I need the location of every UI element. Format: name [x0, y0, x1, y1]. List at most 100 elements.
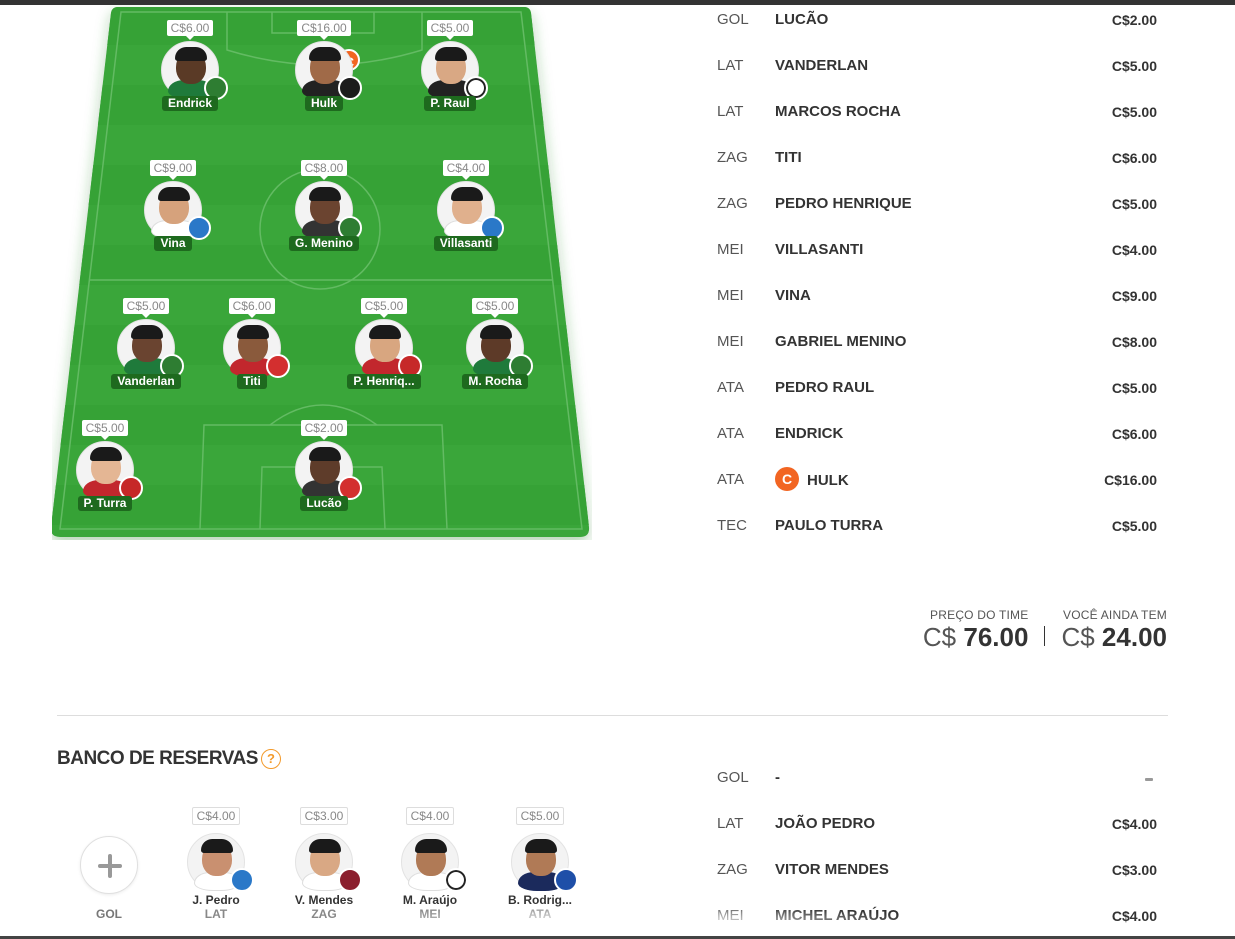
bench-player-price: C$3.00: [299, 807, 349, 825]
player-hair: [309, 47, 341, 61]
field-player-titi[interactable]: C$6.00 Titi: [197, 297, 307, 398]
fortaleza-crest-icon: [266, 354, 290, 378]
field-player-endrick[interactable]: C$6.00 Endrick: [135, 19, 245, 120]
field-player-pturra[interactable]: C$5.00 P. Turra: [50, 419, 160, 520]
lineup-player-name: VANDERLAN: [775, 57, 869, 74]
lineup-position: LAT: [717, 103, 744, 120]
player-photo: [295, 41, 362, 100]
lineup-price: C$16.00: [1104, 472, 1157, 488]
bench-player-name: JOÃO PEDRO: [775, 815, 876, 832]
field-player-lucao[interactable]: C$2.00 Lucão: [269, 419, 379, 520]
bench-row[interactable]: GOL -: [717, 769, 1157, 815]
bench-row[interactable]: ZAG VITOR MENDES C$3.00: [717, 861, 1157, 907]
lineup-row[interactable]: GOL LUCÃO C$2.00: [717, 11, 1157, 57]
field-player-phenrique[interactable]: C$5.00 P. Henriq...: [329, 297, 439, 398]
soccer-field: C C$6.00EndrickC$16.00HulkC$5.00P. RaulC…: [52, 5, 592, 540]
team-price: PREÇO DO TIME C$ 76.00: [923, 608, 1029, 652]
bench-row[interactable]: LAT JOÃO PEDRO C$4.00: [717, 815, 1157, 861]
player-hair: [309, 187, 341, 201]
field-player-praul[interactable]: C$5.00 P. Raul: [395, 19, 505, 120]
player-price: C$5.00: [471, 298, 519, 318]
player-price: C$6.00: [228, 298, 276, 318]
player-hair: [131, 325, 163, 339]
player-hair: [369, 325, 401, 339]
player-photo: [187, 833, 254, 892]
field-player-mrocha[interactable]: C$5.00 M. Rocha: [440, 297, 550, 398]
field-player-gmenino[interactable]: C$8.00 G. Menino: [269, 159, 379, 260]
player-name: P. Raul: [424, 96, 476, 111]
fluminense-crest-icon: [338, 868, 362, 892]
player-photo: [223, 319, 290, 378]
lineup-price: C$5.00: [1111, 518, 1157, 534]
lineup-price: C$2.00: [1111, 12, 1157, 28]
player-photo: [144, 181, 211, 240]
bench-price: C$4.00: [1111, 908, 1157, 924]
empty-slot-label: GOL: [96, 907, 122, 921]
player-photo: [161, 41, 228, 100]
player-price: C$4.00: [442, 160, 490, 180]
lineup-row[interactable]: TEC PAULO TURRA C$5.00: [717, 517, 1157, 563]
player-price: C$16.00: [297, 20, 351, 40]
field-player-hulk[interactable]: C$16.00 Hulk: [269, 19, 379, 120]
player-price: C$8.00: [300, 160, 348, 180]
field-player-vanderlan[interactable]: C$5.00 Vanderlan: [91, 297, 201, 398]
player-photo: [295, 181, 362, 240]
player-name: Villasanti: [433, 236, 499, 251]
lineup-player-name-text: HULK: [807, 471, 849, 489]
cruzeiro-crest-icon: [554, 868, 578, 892]
player-price: C$5.00: [81, 420, 129, 440]
gremio-crest-icon: [230, 868, 254, 892]
section-divider: [57, 715, 1168, 716]
add-goalkeeper-button[interactable]: [80, 836, 138, 894]
lineup-row[interactable]: MEI VINA C$9.00: [717, 287, 1157, 333]
lineup-row[interactable]: ATA C HULK C$16.00: [717, 467, 1157, 517]
player-hair: [201, 839, 233, 853]
lineup-player-name: TITI: [775, 149, 802, 166]
lineup-row[interactable]: ATA PEDRO RAUL C$5.00: [717, 379, 1157, 425]
player-photo: [511, 833, 578, 892]
player-price: C$6.00: [166, 20, 214, 40]
bench-player-price: C$5.00: [515, 807, 565, 825]
bench-price: C$3.00: [1111, 862, 1157, 878]
lineup-row[interactable]: MEI VILLASANTI C$4.00: [717, 241, 1157, 287]
lineup-player-name: MARCOS ROCHA: [775, 103, 901, 120]
player-photo: [295, 833, 362, 892]
bench-player[interactable]: C$4.00 J. Pedro LAT: [166, 807, 266, 921]
lineup-row[interactable]: MEI GABRIEL MENINO C$8.00: [717, 333, 1157, 379]
lineup-row[interactable]: ATA ENDRICK C$6.00: [717, 425, 1157, 471]
player-hair: [480, 325, 512, 339]
lineup-price: C$4.00: [1111, 242, 1157, 258]
bench-player-name: -: [775, 769, 780, 786]
team-price-currency: C$: [922, 622, 957, 652]
player-name: Titi: [237, 374, 267, 389]
lineup-position: LAT: [717, 57, 744, 74]
bench-player[interactable]: C$4.00M. AraújoMEI: [380, 807, 480, 921]
bench-position: ZAG: [717, 861, 748, 878]
field-player-vina[interactable]: C$9.00 Vina: [118, 159, 228, 260]
player-name: M. Rocha: [462, 374, 528, 389]
lineup-position: MEI: [717, 333, 744, 350]
lineup-row[interactable]: ZAG PEDRO HENRIQUE C$5.00: [717, 195, 1157, 241]
lineup-row[interactable]: ZAG TITI C$6.00: [717, 149, 1157, 195]
lineup-row[interactable]: LAT MARCOS ROCHA C$5.00: [717, 103, 1157, 149]
bench-player[interactable]: C$5.00B. Rodrig...ATA: [490, 807, 590, 921]
lineup-price: C$6.00: [1111, 150, 1157, 166]
player-name: P. Henriq...: [347, 374, 421, 389]
lineup-row[interactable]: LAT VANDERLAN C$5.00: [717, 57, 1157, 103]
bench-player[interactable]: C$3.00 V. Mendes ZAG: [274, 807, 374, 921]
player-photo: [117, 319, 184, 378]
player-photo: [295, 441, 362, 500]
bench-title: BANCO DE RESERVAS: [57, 748, 258, 769]
lineup-price: C$5.00: [1111, 58, 1157, 74]
lineup-player-name: PAULO TURRA: [775, 517, 884, 534]
player-photo: [437, 181, 504, 240]
totals-separator: [1044, 626, 1046, 646]
player-price: C$5.00: [426, 20, 474, 40]
help-icon[interactable]: ?: [261, 749, 281, 769]
field-player-villasanti[interactable]: C$4.00 Villasanti: [411, 159, 521, 260]
lineup-player-name: GABRIEL MENINO: [775, 333, 907, 350]
team-price-amount: 76.00: [963, 622, 1029, 652]
player-price: C$2.00: [300, 420, 348, 440]
lineup-price: C$8.00: [1111, 334, 1157, 350]
player-hair: [435, 47, 467, 61]
